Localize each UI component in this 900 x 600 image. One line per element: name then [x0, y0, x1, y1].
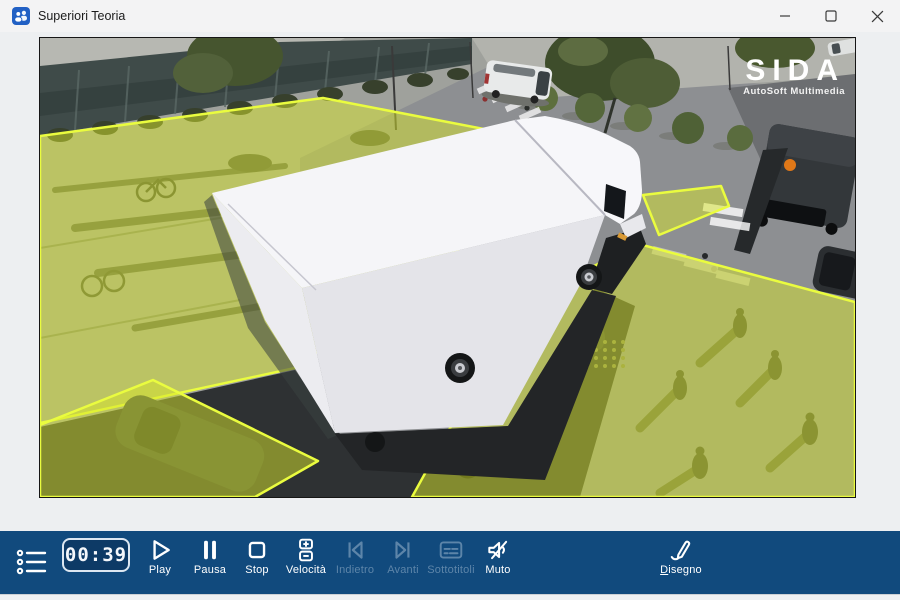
skip-back-icon [342, 537, 368, 563]
pausa-label: Pausa [194, 564, 226, 576]
speed-icon [293, 537, 319, 563]
disegno-button[interactable]: Disegno [649, 537, 713, 576]
content-area: SIDA AutoSoft Multimedia [0, 32, 900, 531]
velocita-label: Velocità [286, 564, 326, 576]
indietro-label: Indietro [336, 564, 374, 576]
avanti-label: Avanti [387, 564, 419, 576]
window-bottom-edge [0, 594, 900, 600]
minimize-icon [779, 10, 791, 22]
timer-display: 00:39 [62, 538, 130, 572]
subtitles-icon [438, 537, 464, 563]
titlebar: Superiori Teoria [0, 0, 900, 33]
disegno-label: Disegno [660, 564, 702, 576]
stop-icon [244, 537, 270, 563]
sida-logo: SIDA AutoSoft Multimedia [743, 54, 845, 97]
window-title: Superiori Teoria [38, 9, 125, 23]
mute-icon [485, 537, 511, 563]
play-icon [147, 537, 173, 563]
close-button[interactable] [854, 0, 900, 32]
maximize-button[interactable] [808, 0, 854, 32]
van-marker-light [784, 159, 796, 171]
muto-button[interactable]: Muto [466, 537, 530, 576]
minimize-button[interactable] [762, 0, 808, 32]
menu-list-button[interactable] [16, 548, 48, 578]
maximize-icon [825, 10, 837, 22]
close-icon [871, 10, 884, 23]
sida-logo-subtitle: AutoSoft Multimedia [743, 86, 845, 97]
app-window: Superiori Teoria [0, 0, 900, 600]
pause-icon [197, 537, 223, 563]
sida-logo-title: SIDA [745, 54, 845, 87]
skip-forward-icon [390, 537, 416, 563]
stop-label: Stop [245, 564, 268, 576]
people-icon [12, 7, 30, 25]
play-label: Play [149, 564, 171, 576]
video-scene: SIDA AutoSoft Multimedia [40, 38, 855, 497]
video-viewport: SIDA AutoSoft Multimedia [40, 38, 855, 497]
player-toolbar: 00:39 Play Pausa Stop [0, 531, 900, 594]
pen-icon [668, 537, 694, 563]
muto-label: Muto [485, 564, 510, 576]
